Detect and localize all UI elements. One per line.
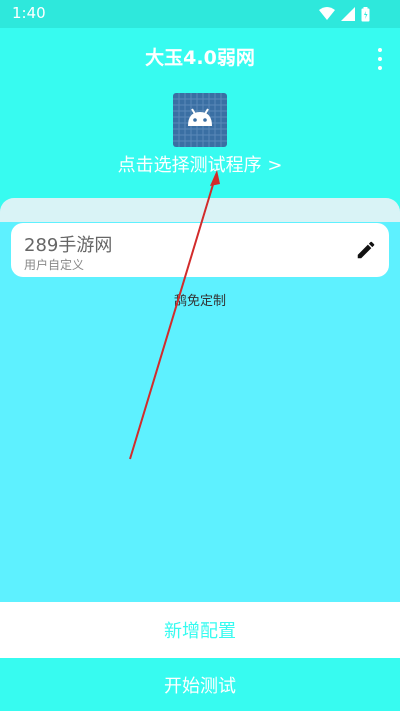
app-bar: 大玉4.0弱网 [0, 28, 400, 86]
pencil-icon[interactable] [355, 239, 377, 261]
panel-top-strip [0, 198, 400, 222]
add-config-button[interactable]: 新增配置 [0, 602, 400, 658]
more-vert-icon[interactable] [374, 48, 386, 70]
status-bar: 1:40 [0, 0, 400, 28]
config-type-label: 用户自定义 [24, 258, 85, 272]
android-icon[interactable] [173, 93, 227, 147]
battery-icon [361, 6, 370, 21]
status-time: 1:40 [12, 4, 46, 22]
signal-icon [341, 7, 355, 21]
config-name: 289手游网 [24, 235, 113, 256]
config-card[interactable]: 289手游网 用户自定义 [11, 223, 389, 277]
disclaimer-text: 鸹免定制 [173, 294, 226, 309]
wifi-icon [319, 7, 335, 20]
app-title: 大玉4.0弱网 [145, 47, 255, 69]
start-test-button[interactable]: 开始测试 [0, 658, 400, 711]
select-program-link[interactable]: 点击选择测试程序 > [0, 151, 400, 177]
status-icons [319, 6, 370, 22]
